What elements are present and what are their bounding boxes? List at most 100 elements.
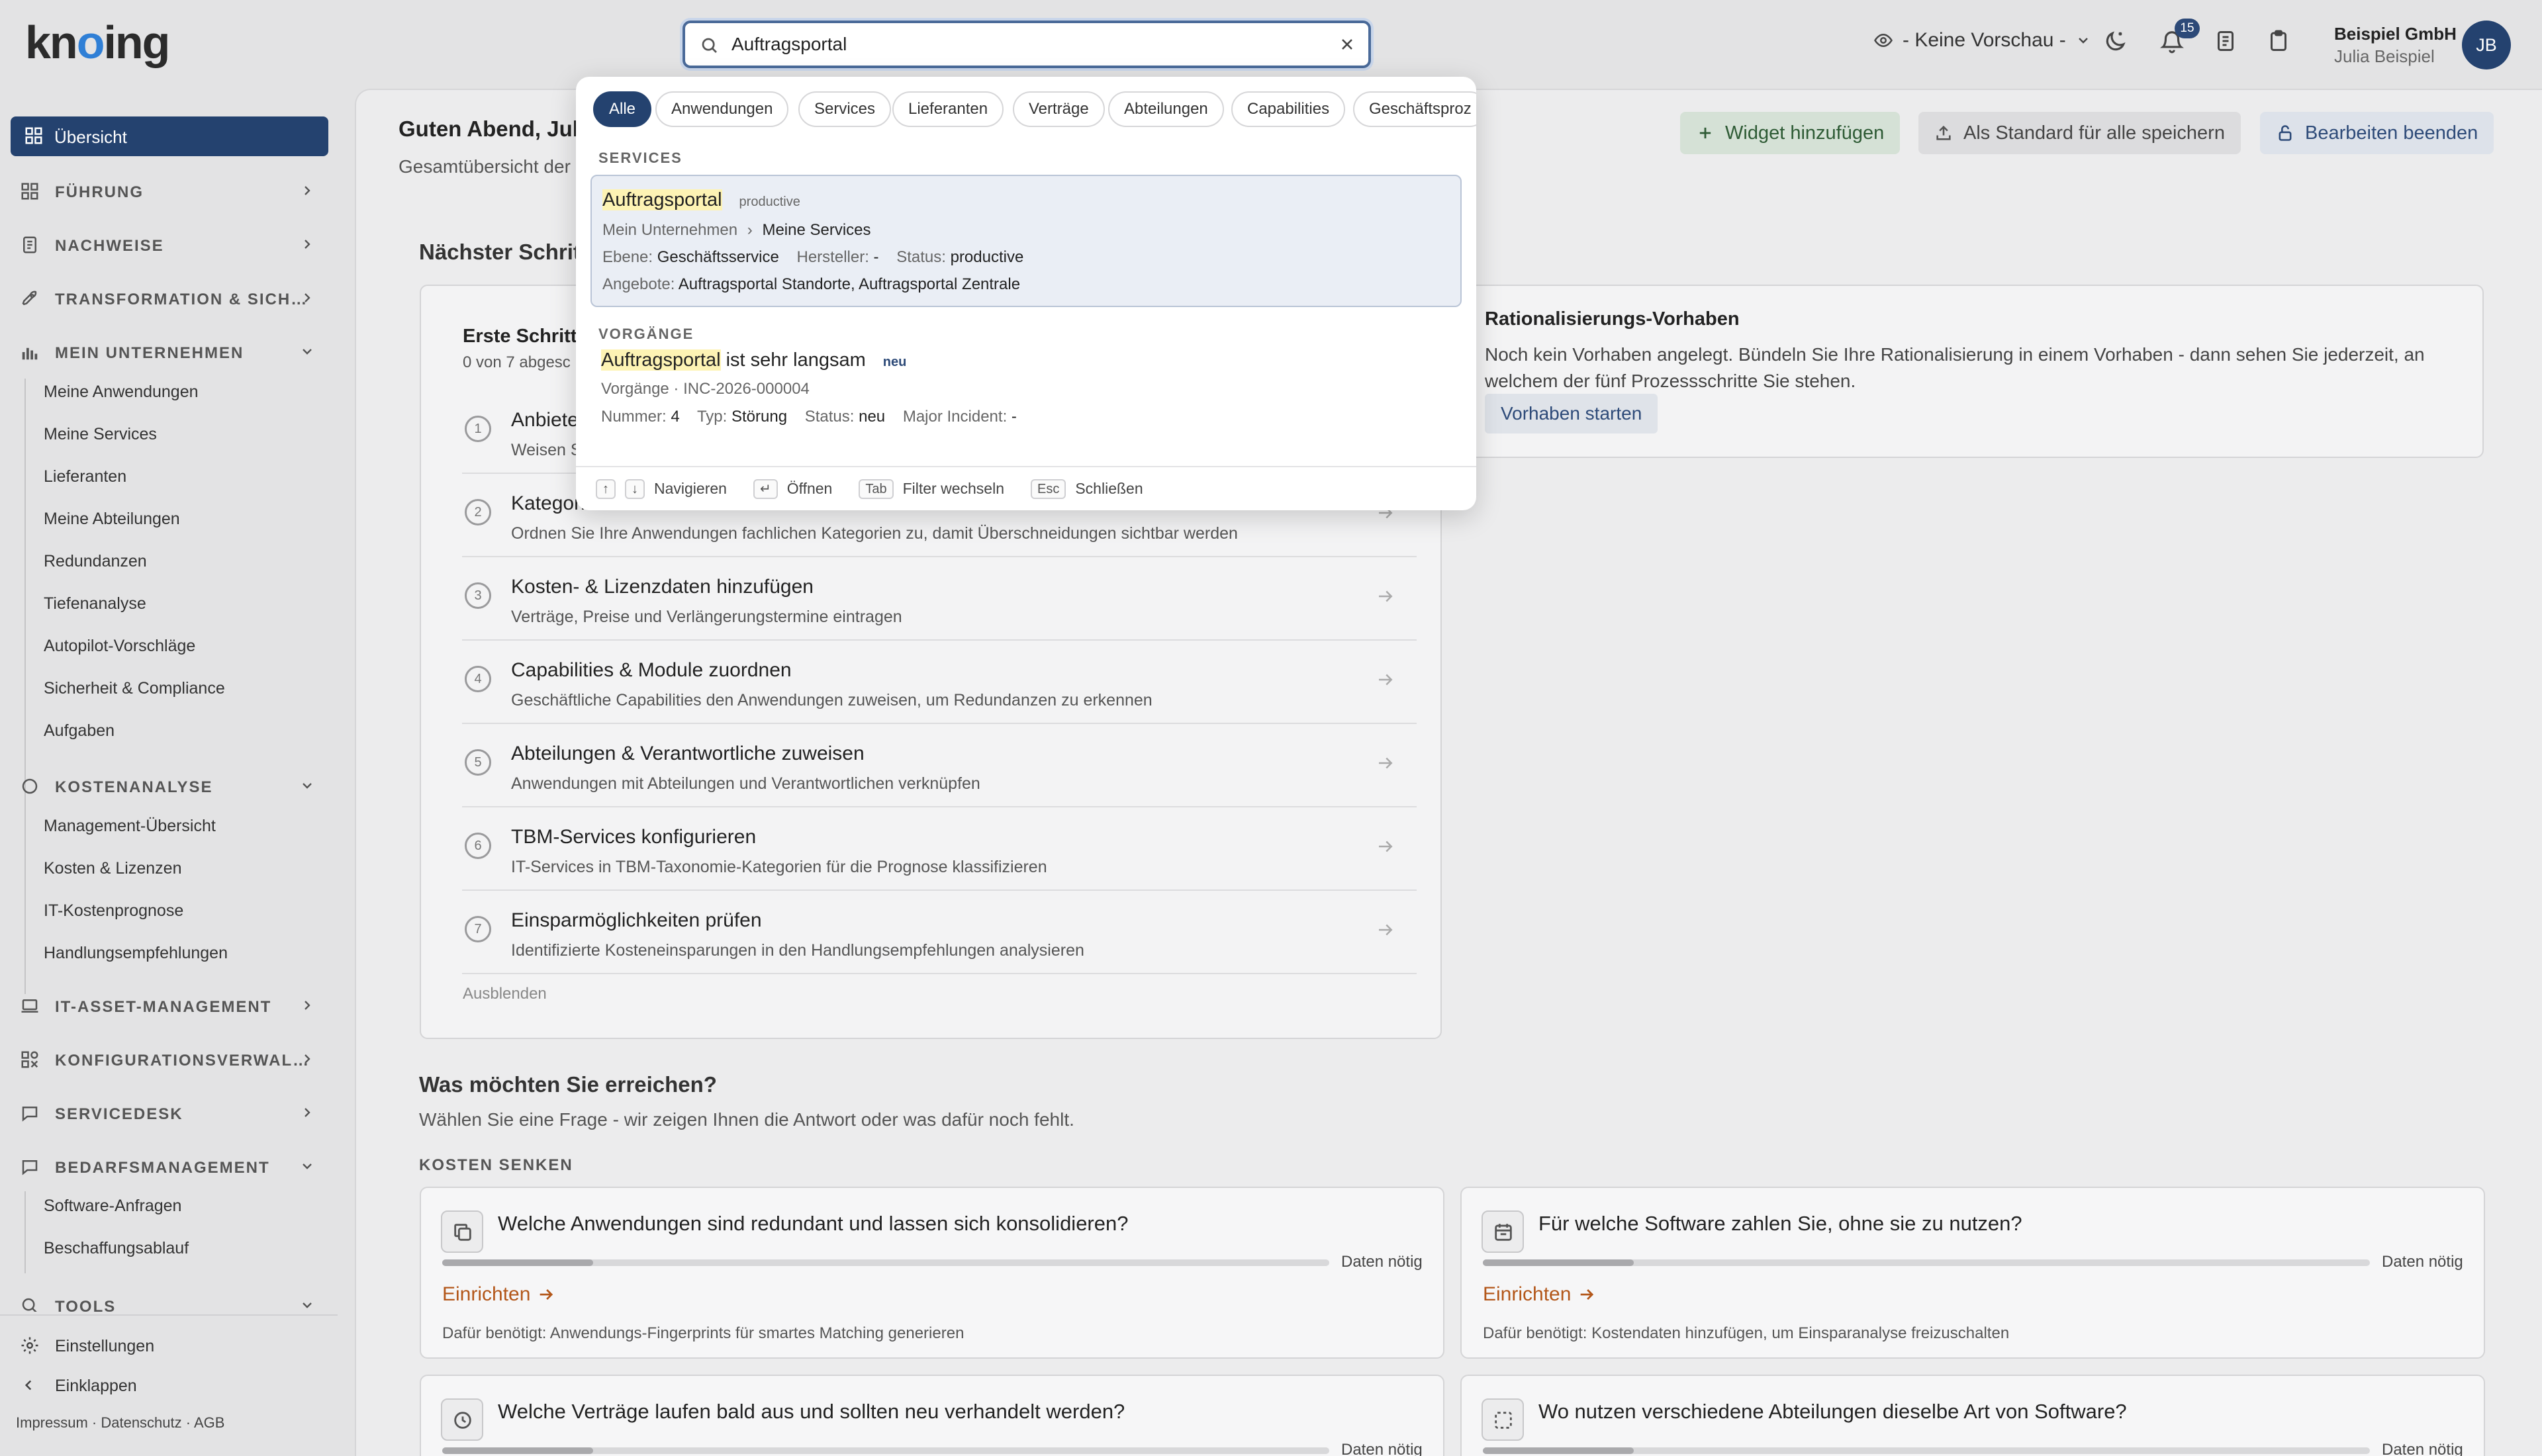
step-item[interactable]: 3 Kosten- & Lizenzdaten hinzufügen Vertr… [462,557,1417,641]
arrow-right-icon [540,1289,553,1300]
sidebar-item-lieferanten[interactable]: Lieferanten [44,467,126,486]
result-reference: Vorgänge · INC-2026-000004 [601,380,810,398]
sidebar-item-tiefenanalyse[interactable]: Tiefenanalyse [44,594,146,614]
filter-chip-anwendungen[interactable]: Anwendungen [655,91,789,127]
chevron-right-icon [299,236,315,252]
sidebar-item-autopilot[interactable]: Autopilot-Vorschläge [44,637,195,656]
meta-value: neu [859,408,886,426]
filter-chip-lieferanten[interactable]: Lieferanten [892,91,1004,127]
filter-chip-vertraege[interactable]: Verträge [1013,91,1105,127]
notes-icon[interactable] [2214,29,2237,53]
preview-selector[interactable]: - Keine Vorschau - [1873,29,2091,52]
step-item[interactable]: 4 Capabilities & Module zuordnen Geschäf… [462,641,1417,724]
progress-fill [1483,1447,1634,1454]
sidebar-item-redundanzen[interactable]: Redundanzen [44,552,147,571]
clear-icon[interactable] [1338,35,1356,54]
sidebar-item-meine-abteilungen[interactable]: Meine Abteilungen [44,510,180,529]
section-label: TOOLS [55,1298,117,1312]
chevron-down-icon [299,1158,315,1174]
end-edit-button[interactable]: Bearbeiten beenden [2260,112,2494,154]
question-card[interactable]: Welche Verträge laufen bald aus und soll… [420,1375,1444,1456]
sidebar-section-fuehrung[interactable]: FÜHRUNG [0,171,331,210]
sidebar-item-aufgaben[interactable]: Aufgaben [44,721,115,741]
sidebar-item-management-uebersicht[interactable]: Management-Übersicht [44,817,216,836]
sidebar-item-meine-services[interactable]: Meine Services [44,425,157,444]
sidebar-section-transformation[interactable]: TRANSFORMATION & SICH… [0,278,331,318]
section-label: KONFIGURATIONSVERWAL… [55,1052,310,1069]
data-needed-label: Daten nötig [1341,1441,1423,1456]
filter-chip-abteilungen[interactable]: Abteilungen [1108,91,1224,127]
theme-toggle-icon[interactable] [2102,29,2128,54]
sidebar-section-servicedesk[interactable]: SERVICEDESK [0,1093,331,1132]
question-card[interactable]: Welche Anwendungen sind redundant und la… [420,1187,1444,1359]
search-input[interactable] [731,31,1327,58]
sidebar-item-sicherheit[interactable]: Sicherheit & Compliance [44,679,225,698]
sidebar-item-software-anfragen[interactable]: Software-Anfragen [44,1197,181,1216]
calendar-icon [1482,1210,1524,1253]
hint-label: Navigieren [654,480,727,497]
chevron-right-icon [299,1051,315,1067]
sidebar-item-meine-anwendungen[interactable]: Meine Anwendungen [44,383,199,402]
rationalization-title: Rationalisierungs-Vorhaben [1485,308,1740,330]
preview-label: - Keine Vorschau - [1903,29,2066,51]
submenu-line [24,1191,26,1273]
filter-chip-alle[interactable]: Alle [593,91,652,127]
sidebar-item-handlungsempfehlungen[interactable]: Handlungsempfehlungen [44,944,228,963]
filter-chip-services[interactable]: Services [798,91,892,127]
add-widget-button[interactable]: Widget hinzufügen [1680,112,1901,154]
clipboard-icon[interactable] [2267,29,2290,53]
save-default-button[interactable]: Als Standard für alle speichern [1918,112,2241,154]
incident-result[interactable]: Auftragsportal ist sehr langsam neu Vorgä… [590,349,1462,462]
arrow-right-icon [1376,837,1395,856]
sidebar-section-tools[interactable]: TOOLS [0,1285,331,1312]
result-meta: Nummer: 4 Typ: Störung Status: neu Major… [601,408,1017,426]
search-icon [20,1296,40,1312]
step-item[interactable]: 7 Einsparmöglichkeiten prüfen Identifizi… [462,891,1417,974]
progress-fill [442,1447,593,1454]
search-box[interactable] [683,21,1371,68]
start-project-button[interactable]: Vorhaben starten [1485,394,1658,433]
result-title: Auftragsportal productive [602,189,800,211]
sidebar-section-konfiguration[interactable]: KONFIGURATIONSVERWAL… [0,1039,331,1079]
chevron-right-icon: › [747,221,753,239]
sidebar-item-it-kostenprognose[interactable]: IT-Kostenprognose [44,901,183,921]
section-label: KOSTENANALYSE [55,778,213,796]
chevron-right-icon [299,290,315,306]
plus-icon [1699,127,1711,139]
section-label: FÜHRUNG [55,183,144,201]
result-offers: Angebote: Auftragsportal Standorte, Auft… [602,275,1020,294]
sidebar-section-kostenanalyse[interactable]: KOSTENANALYSE [0,766,331,805]
settings-label: Einstellungen [55,1337,155,1355]
sidebar-section-nachweise[interactable]: NACHWEISE [0,224,331,264]
search-results-dropdown: Alle Anwendungen Services Lieferanten Ve… [576,77,1476,510]
step-title: Kategori [511,492,585,514]
upload-icon [1936,125,1951,140]
question-card[interactable]: Für welche Software zahlen Sie, ohne sie… [1460,1187,2485,1359]
sidebar-section-it-asset[interactable]: IT-ASSET-MANAGEMENT [0,985,331,1025]
sidebar-item-beschaffungsablauf[interactable]: Beschaffungsablauf [44,1239,189,1258]
service-result[interactable]: Auftragsportal productive Mein Unternehme… [590,175,1462,307]
meta-value: - [873,248,879,266]
hide-link[interactable]: Ausblenden [463,985,547,1003]
filter-chip-capabilities[interactable]: Capabilities [1231,91,1346,127]
chevron-left-icon [24,1380,32,1390]
logo[interactable]: knoing [25,16,170,69]
avatar[interactable]: JB [2462,21,2511,69]
question-card[interactable]: Wo nutzen verschiedene Abteilungen diese… [1460,1375,2485,1456]
setup-link[interactable]: Einrichten [1483,1283,1596,1306]
sidebar-section-bedarfsmanagement[interactable]: BEDARFSMANAGEMENT [0,1146,331,1186]
step-item[interactable]: 5 Abteilungen & Verantwortliche zuweisen… [462,724,1417,807]
notification-badge: 15 [2175,19,2200,38]
laptop-icon [20,996,40,1016]
legal-links[interactable]: Impressum · Datenschutz · AGB [16,1414,224,1432]
chevron-down-icon [299,1297,315,1312]
step-number: 7 [465,916,491,942]
sidebar-section-mein-unternehmen[interactable]: MEIN UNTERNEHMEN [0,332,331,371]
sidebar-item-overview[interactable]: Übersicht [11,116,328,156]
setup-link[interactable]: Einrichten [442,1283,555,1306]
sidebar-item-kosten-lizenzen[interactable]: Kosten & Lizenzen [44,859,181,878]
arrow-right-icon [1376,670,1395,690]
filter-chip-geschaeftsprozesse[interactable]: Geschäftsproz [1353,91,1476,127]
step-item[interactable]: 6 TBM-Services konfigurieren IT-Services… [462,807,1417,891]
progress-bar [442,1447,1329,1454]
